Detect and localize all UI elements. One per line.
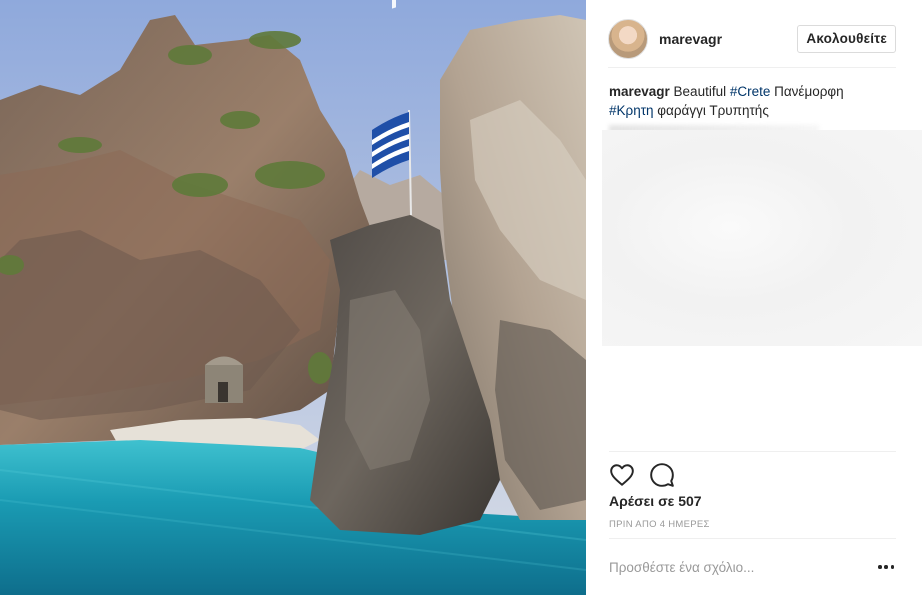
comment-bubble-icon[interactable]: [649, 462, 675, 488]
post-header: marevagr Ακολουθείτε: [608, 10, 896, 68]
dot: [890, 565, 894, 569]
heart-icon[interactable]: [609, 462, 635, 488]
likes-count[interactable]: Αρέσει σε 507: [609, 493, 702, 509]
post-timestamp[interactable]: ΠΡΙΝ ΑΠΟ 4 ΗΜΕΡΕΣ: [609, 519, 710, 530]
more-options-icon[interactable]: [878, 559, 894, 575]
gorge-landscape-image: [0, 0, 586, 595]
post-caption: marevagr Beautiful #Crete Πανέμορφη #Κρη…: [609, 82, 899, 120]
caption-text: φαράγγι Τρυπητής: [653, 103, 769, 118]
caption-username[interactable]: marevagr: [609, 84, 670, 99]
username-link[interactable]: marevagr: [659, 31, 722, 47]
hashtag-kriti[interactable]: #Κρητη: [609, 103, 654, 118]
dot: [878, 565, 882, 569]
following-button[interactable]: Ακολουθείτε: [797, 24, 896, 53]
comment-input[interactable]: [609, 559, 859, 575]
add-comment-row: [609, 538, 896, 595]
avatar[interactable]: [608, 18, 648, 59]
dot: [884, 565, 888, 569]
hashtag-crete[interactable]: #Crete: [730, 84, 771, 99]
caption-text: Beautiful: [669, 84, 730, 99]
redacted-comments-area: [602, 130, 922, 346]
post-actions: [609, 451, 896, 487]
caption-text: Πανέμορφη: [770, 84, 844, 99]
post-photo[interactable]: [0, 0, 586, 595]
